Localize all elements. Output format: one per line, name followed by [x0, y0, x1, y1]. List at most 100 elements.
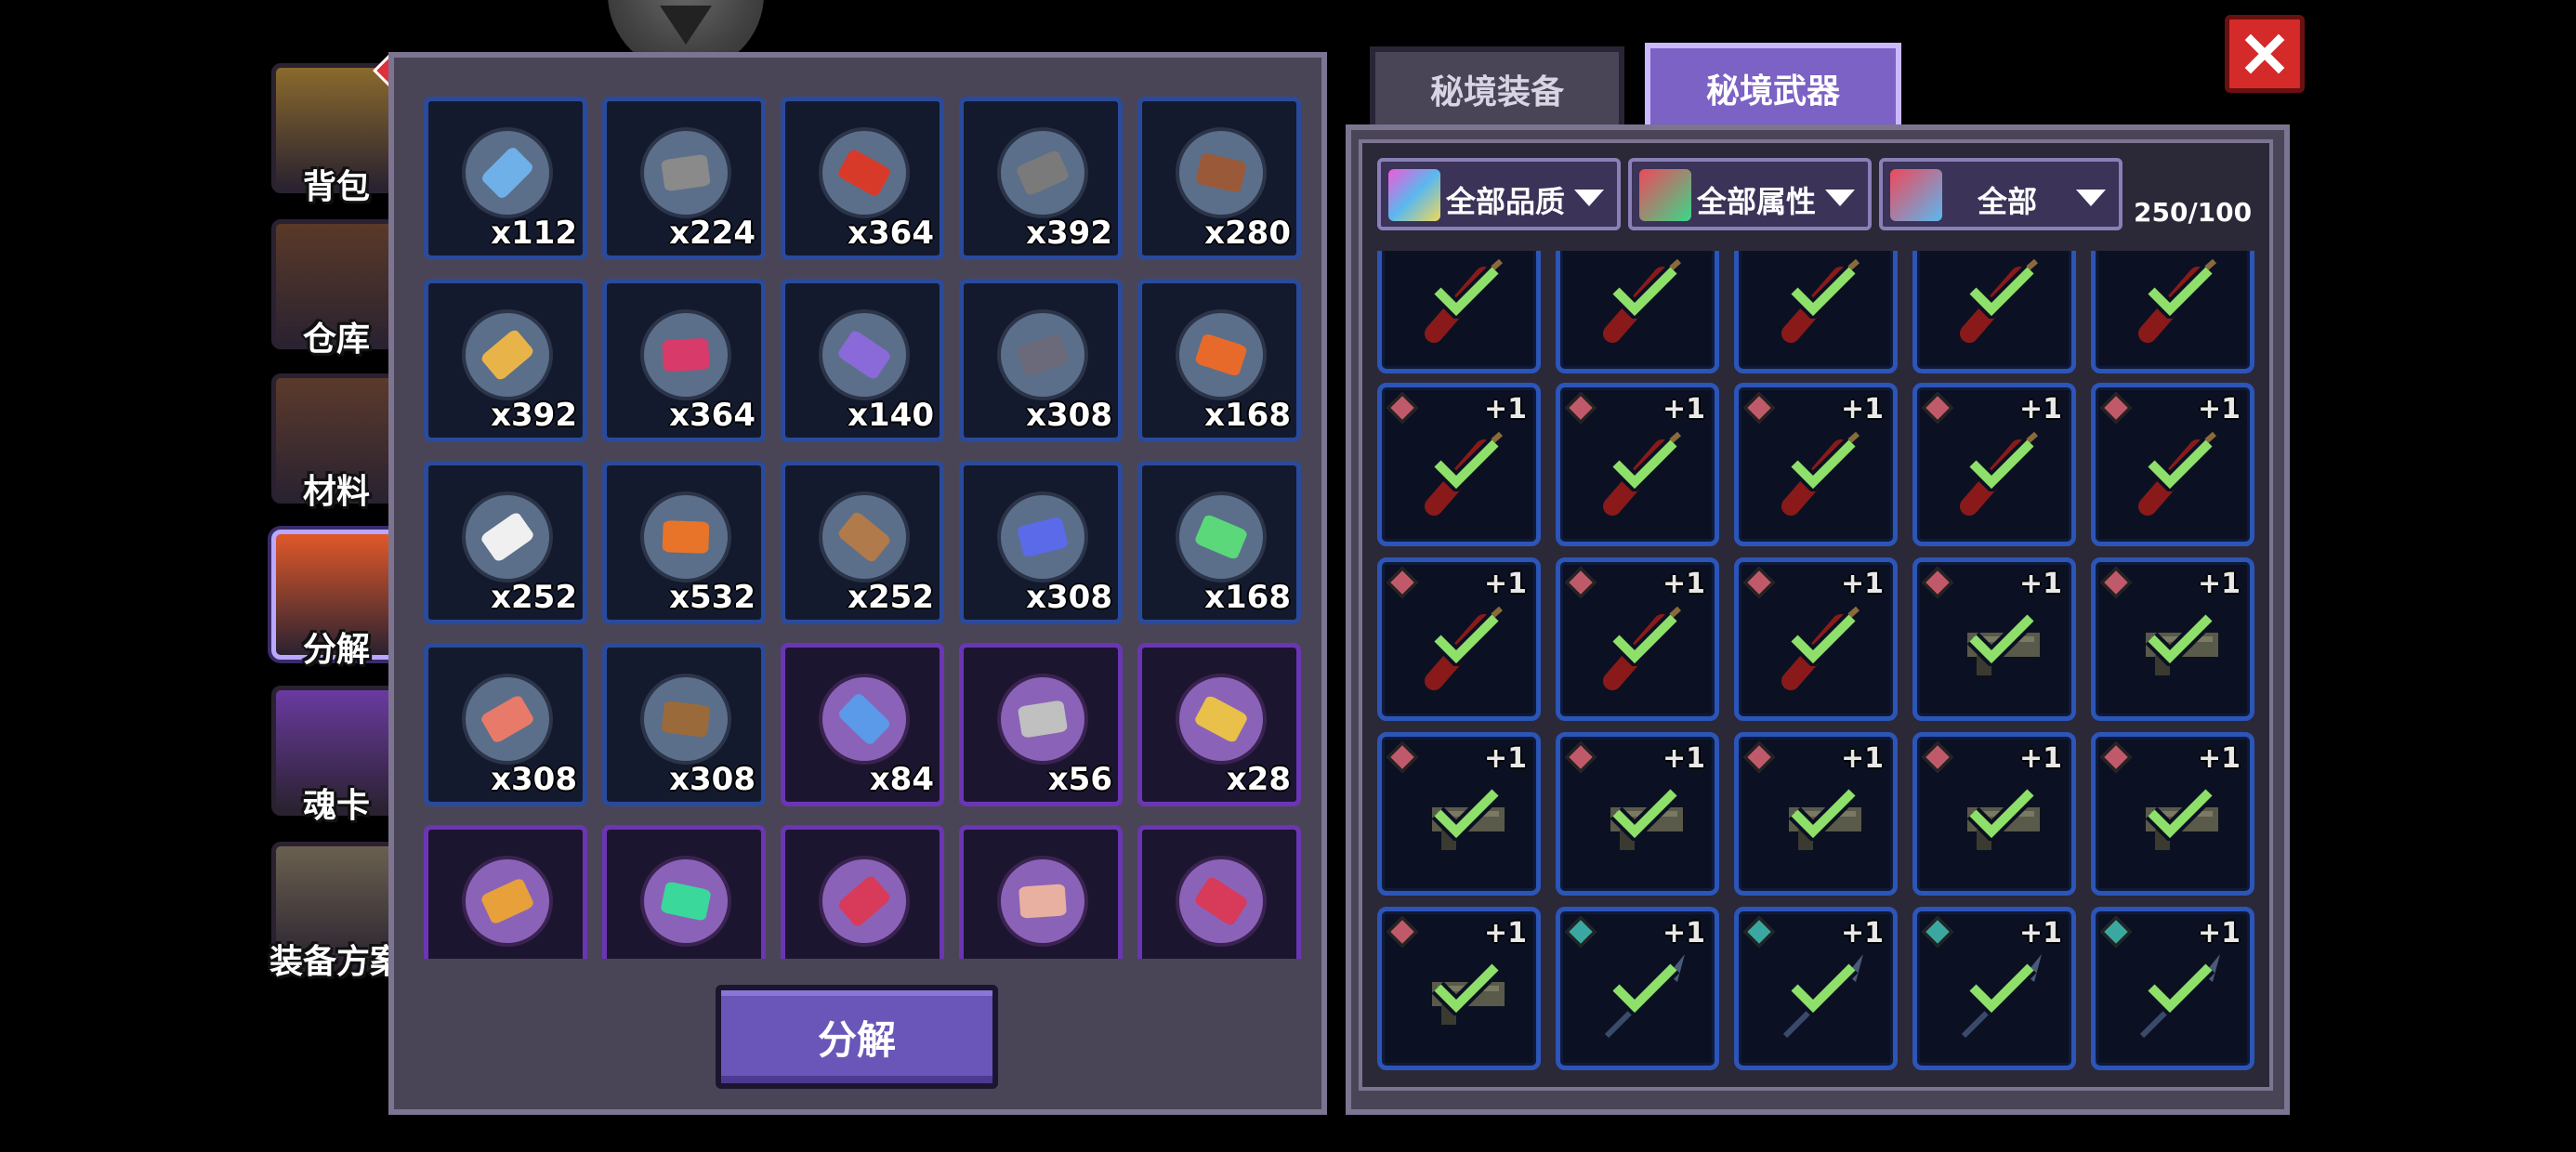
- attribute-filter-dropdown[interactable]: 全部属性: [1628, 158, 1872, 230]
- weapon-slot[interactable]: +1: [1377, 383, 1541, 546]
- weapons-grid[interactable]: +1 +1 +1 +1 +1 +1 +1 +1 +1 +1 +1 +1 +1 +1 +1 +1 +1 +1 +1 +1: [1370, 251, 2262, 1087]
- material-item-icon: [819, 127, 910, 218]
- decompose-button[interactable]: 分解: [716, 985, 998, 1089]
- selected-check-icon: [1610, 785, 1680, 844]
- quality-filter-dropdown[interactable]: 全部品质: [1377, 158, 1621, 230]
- material-count: x252: [848, 579, 934, 616]
- selected-check-icon: [1966, 785, 2037, 844]
- weapon-slot[interactable]: [2091, 251, 2254, 373]
- material-slot[interactable]: x28: [1137, 643, 1301, 806]
- weapon-slot[interactable]: +1: [2091, 907, 2254, 1070]
- material-slot[interactable]: x308: [602, 643, 766, 806]
- material-slot[interactable]: x280: [1137, 97, 1301, 260]
- weapon-slot[interactable]: [1912, 251, 2076, 373]
- material-slot[interactable]: x224: [602, 97, 766, 260]
- weapon-slot[interactable]: +1: [1912, 732, 2076, 896]
- weapon-slot[interactable]: +1: [1912, 383, 2076, 546]
- material-slot[interactable]: x252: [424, 461, 587, 624]
- selected-check-icon: [1788, 785, 1859, 844]
- material-glyph: [661, 153, 711, 192]
- material-glyph: [835, 328, 893, 382]
- material-slot[interactable]: x392: [424, 279, 587, 442]
- material-count: x364: [848, 215, 934, 252]
- tab-secret-equipment[interactable]: 秘境装备: [1370, 46, 1624, 126]
- material-slot[interactable]: x140: [781, 279, 944, 442]
- material-slot[interactable]: x364: [602, 279, 766, 442]
- type-filter-label: 全部: [1977, 184, 2037, 219]
- materials-grid[interactable]: x112 x224 x364 x392 x280 x392 x364 x140 x308 x168…: [407, 85, 1312, 959]
- material-slot[interactable]: x84: [781, 643, 944, 806]
- material-item-icon: [640, 856, 731, 947]
- selected-check-icon: [1610, 610, 1680, 670]
- enhance-level: +1: [1840, 568, 1884, 600]
- material-count: x280: [1204, 215, 1291, 252]
- type-filter-dropdown[interactable]: 全部: [1879, 158, 2123, 230]
- weapon-slot[interactable]: +1: [1734, 732, 1898, 896]
- tab-secret-weapons[interactable]: 秘境武器: [1645, 43, 1901, 128]
- selected-check-icon: [1431, 610, 1502, 670]
- weapon-slot[interactable]: +1: [1556, 557, 1719, 721]
- material-count: x392: [1026, 215, 1112, 252]
- material-glyph: [1194, 333, 1248, 377]
- sidebar-item-3[interactable]: 分解: [268, 530, 405, 669]
- weapon-slot[interactable]: +1: [2091, 383, 2254, 546]
- weapon-slot[interactable]: +1: [1734, 907, 1898, 1070]
- weapon-slot[interactable]: +1: [1912, 907, 2076, 1070]
- material-count: x168: [1204, 579, 1291, 616]
- material-slot[interactable]: x56: [959, 643, 1123, 806]
- material-slot[interactable]: x252: [781, 461, 944, 624]
- weapon-slot[interactable]: +1: [1556, 383, 1719, 546]
- material-glyph: [480, 145, 535, 201]
- weapon-slot[interactable]: [1734, 251, 1898, 373]
- weapon-slot[interactable]: [1556, 251, 1719, 373]
- close-button[interactable]: [2225, 15, 2305, 93]
- material-glyph: [836, 873, 892, 929]
- material-slot[interactable]: [602, 825, 766, 959]
- material-slot[interactable]: x112: [424, 97, 587, 260]
- weapon-slot[interactable]: +1: [1377, 557, 1541, 721]
- material-slot[interactable]: x308: [424, 643, 587, 806]
- selected-check-icon: [1431, 960, 1502, 1019]
- weapon-slot[interactable]: +1: [1912, 557, 2076, 721]
- material-slot[interactable]: x392: [959, 97, 1123, 260]
- material-slot[interactable]: [781, 825, 944, 959]
- weapon-slot[interactable]: +1: [1377, 907, 1541, 1070]
- weapon-slot[interactable]: +1: [1734, 383, 1898, 546]
- weapon-slot[interactable]: +1: [1556, 732, 1719, 896]
- material-slot[interactable]: x532: [602, 461, 766, 624]
- sidebar-item-5[interactable]: 装备方案: [268, 842, 405, 981]
- material-glyph: [1017, 700, 1069, 739]
- weapon-slot[interactable]: +1: [2091, 557, 2254, 721]
- sidebar-item-2[interactable]: 材料: [268, 373, 405, 513]
- material-slot[interactable]: x364: [781, 97, 944, 260]
- material-glyph: [480, 327, 535, 383]
- weapon-slot[interactable]: +1: [2091, 732, 2254, 896]
- enhance-level: +1: [2018, 393, 2062, 425]
- material-slot[interactable]: [424, 825, 587, 959]
- weapon-slot[interactable]: +1: [1377, 732, 1541, 896]
- selected-check-icon: [1610, 436, 1680, 495]
- sidebar-item-1[interactable]: 仓库: [268, 219, 405, 359]
- weapon-slot[interactable]: [1377, 251, 1541, 373]
- enhance-level: +1: [1840, 393, 1884, 425]
- material-slot[interactable]: [959, 825, 1123, 959]
- enhance-level: +1: [1483, 917, 1527, 949]
- material-slot[interactable]: x168: [1137, 461, 1301, 624]
- enhance-level: +1: [1662, 393, 1705, 425]
- material-glyph: [660, 881, 712, 922]
- selected-check-icon: [1610, 960, 1680, 1019]
- weapon-slot[interactable]: +1: [1734, 557, 1898, 721]
- quality-gem-icon: [2100, 392, 2132, 424]
- material-glyph: [479, 693, 536, 745]
- material-slot[interactable]: x168: [1137, 279, 1301, 442]
- selected-check-icon: [1431, 436, 1502, 495]
- material-slot[interactable]: [1137, 825, 1301, 959]
- enhance-level: +1: [1483, 393, 1527, 425]
- sidebar-item-4[interactable]: 魂卡: [268, 686, 405, 825]
- material-slot[interactable]: x308: [959, 461, 1123, 624]
- sidebar-item-0[interactable]: 背包: [268, 63, 405, 206]
- material-slot[interactable]: x308: [959, 279, 1123, 442]
- selected-check-icon: [1788, 436, 1859, 495]
- weapon-slot[interactable]: +1: [1556, 907, 1719, 1070]
- quality-gem-icon: [1743, 916, 1775, 948]
